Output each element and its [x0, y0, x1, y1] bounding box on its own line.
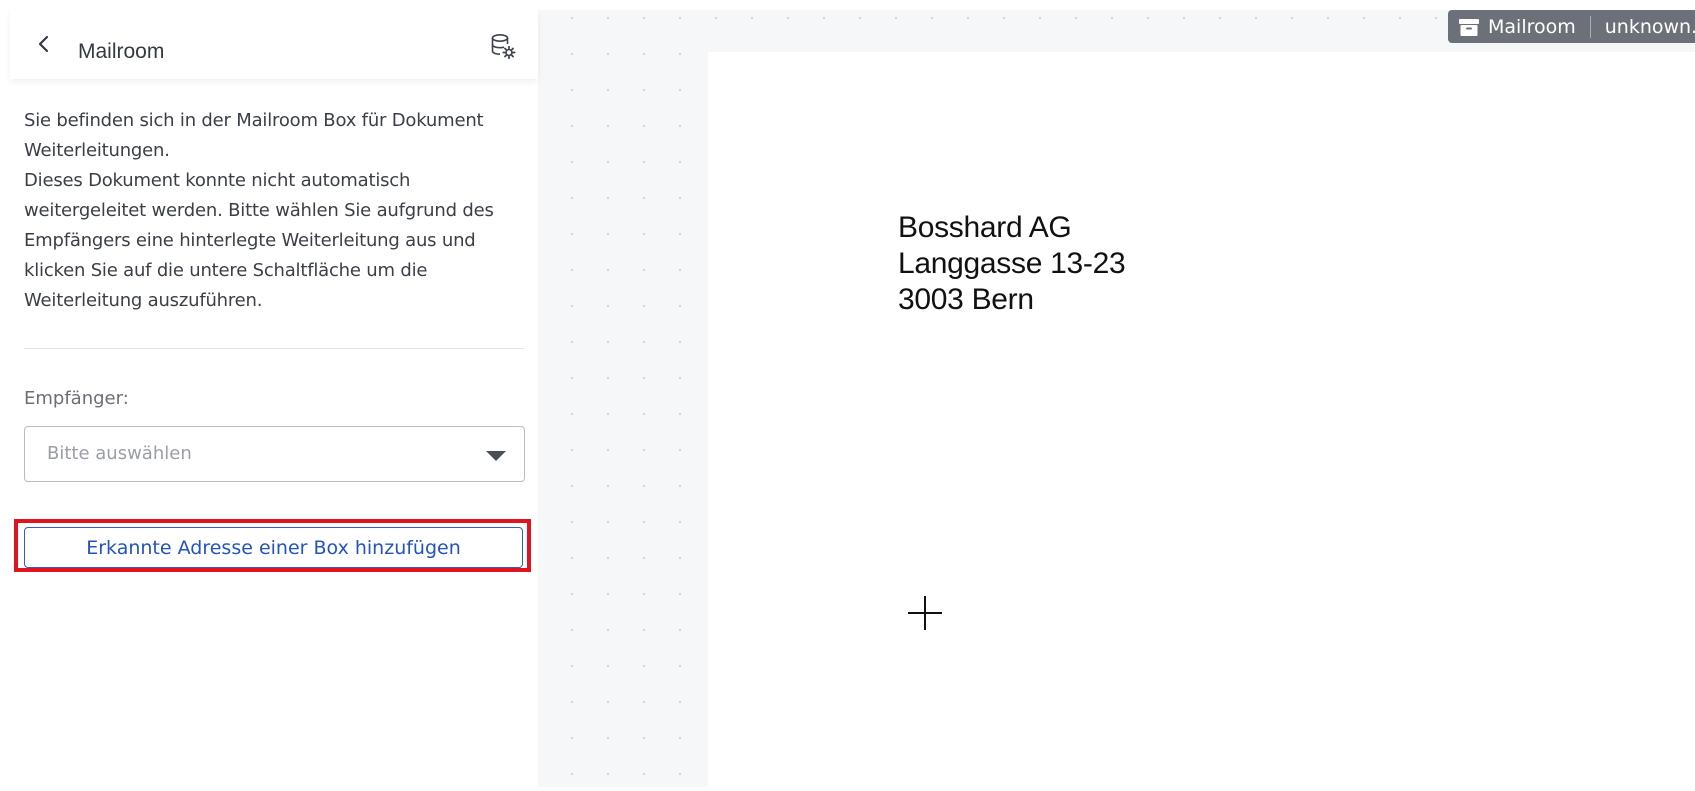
recipient-select-placeholder: Bitte auswählen: [47, 443, 192, 464]
crosshair-cursor-icon: [906, 594, 944, 632]
address-line: 3003 Bern: [898, 283, 1034, 316]
tag-separator: [1589, 15, 1591, 38]
description-instructions: Dieses Dokument konnte nicht automatisch…: [24, 170, 494, 311]
tag-box-name: Mailroom: [1488, 15, 1576, 38]
chevron-down-icon: [486, 451, 506, 461]
database-settings-icon[interactable]: [488, 31, 518, 61]
mailroom-description: Sie befinden sich in der Mailroom Box fü…: [24, 106, 529, 316]
address-line: Langgasse 13-23: [898, 247, 1126, 280]
add-address-to-box-button[interactable]: Erkannte Adresse einer Box hinzufügen: [24, 527, 523, 568]
app-root: Mailroom Sie befinden sich in der Mailro…: [0, 0, 1695, 791]
recipient-select[interactable]: Bitte auswählen: [24, 426, 525, 482]
divider: [24, 348, 524, 349]
description-intro: Sie befinden sich in der Mailroom Box fü…: [24, 110, 484, 161]
sidebar-header: Mailroom: [10, 10, 538, 79]
address-line: Bosshard AG: [898, 211, 1072, 244]
recipient-label: Empfänger:: [24, 388, 129, 409]
recognized-address[interactable]: Bosshard AG Langgasse 13-23 3003 Bern: [898, 210, 1126, 318]
document-page[interactable]: Bosshard AG Langgasse 13-23 3003 Bern: [708, 52, 1695, 787]
page-title: Mailroom: [78, 40, 165, 63]
tag-status: unknown.: [1604, 15, 1695, 38]
sidebar: Mailroom Sie befinden sich in der Mailro…: [0, 0, 538, 791]
inbox-icon: [1458, 17, 1480, 37]
document-box-tag: Mailroom unknown.: [1448, 10, 1695, 43]
chevron-left-icon[interactable]: [34, 32, 54, 56]
canvas-bottom-edge: [538, 787, 1695, 791]
